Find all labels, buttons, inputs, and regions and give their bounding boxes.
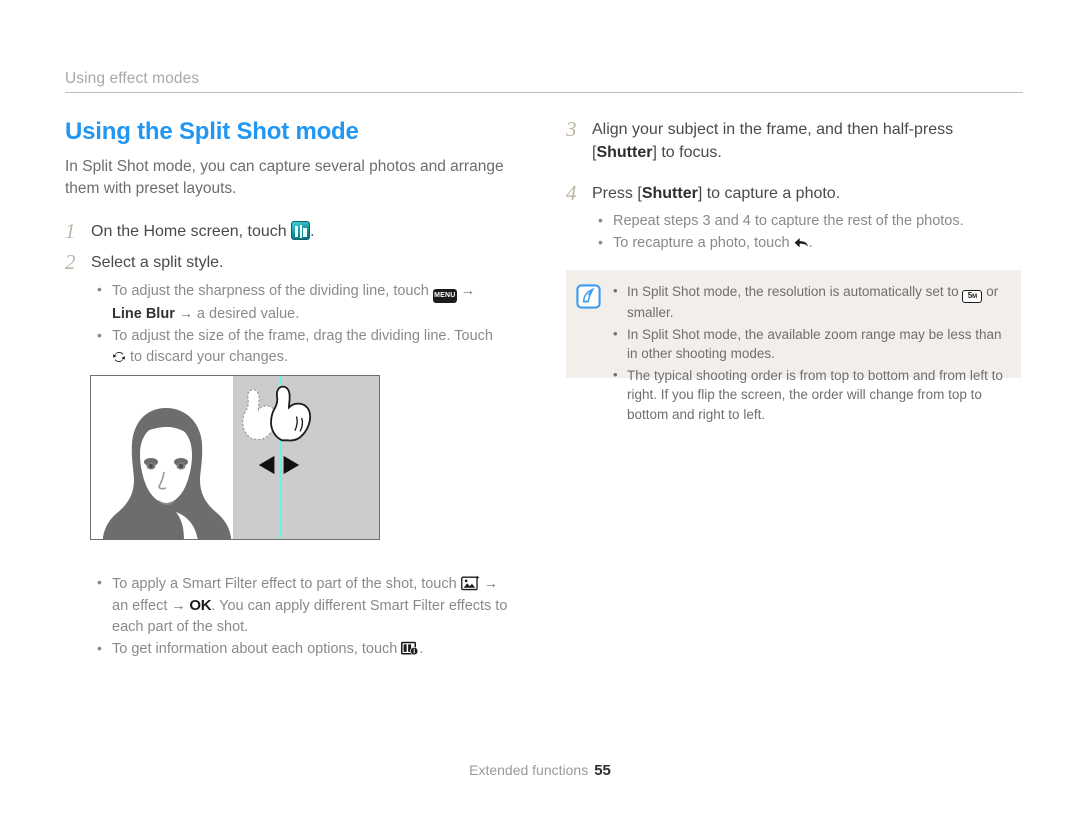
bullet-frame-size-part2: to discard your changes. (130, 349, 289, 365)
step-4-text: Press [Shutter] to capture a photo. (592, 182, 1024, 205)
step-3-number: 3 (566, 117, 577, 141)
running-header: Using effect modes (65, 70, 1023, 93)
ok-button-glyph[interactable]: OK (189, 597, 211, 614)
step-3: 3 Align your subject in the frame, and t… (566, 118, 1024, 164)
bullet-line-blur: To adjust the sharpness of the dividing … (95, 279, 530, 325)
drag-gesture-hand-icon (242, 385, 312, 442)
manual-page: Using effect modes Using the Split Shot … (0, 0, 1080, 815)
bullet-options-info-part1: To get information about each options, t… (112, 641, 398, 657)
bullet-recapture-part1: To recapture a photo, touch (613, 235, 790, 251)
bullet-options-info: To get information about each options, t… (95, 638, 530, 660)
note-item-resolution: In Split Shot mode, the resolution is au… (612, 281, 1007, 323)
step-1-text: On the Home screen, touch . (91, 220, 530, 243)
note-list: In Split Shot mode, the resolution is au… (612, 281, 1007, 421)
note-pen-icon (576, 284, 601, 309)
bullet-smart-filter-part1: To apply a Smart Filter effect to part o… (112, 576, 457, 592)
step-1: 1 On the Home screen, touch . (65, 220, 530, 243)
shutter-label-1: Shutter (596, 144, 653, 161)
step-1-number: 1 (65, 219, 76, 243)
left-right-arrows-icon (258, 455, 300, 475)
line-blur-label: Line Blur (112, 306, 175, 322)
bullet-frame-size-part1: To adjust the size of the frame, drag th… (112, 328, 493, 344)
note-icon-wrap (576, 282, 612, 366)
shutter-label-2: Shutter (641, 185, 698, 202)
right-column: 3 Align your subject in the frame, and t… (566, 118, 1024, 255)
bullet-smart-filter-part2: an effect (112, 598, 168, 614)
arrow-1: → (460, 282, 475, 298)
bullet-frame-size: To adjust the size of the frame, drag th… (95, 325, 530, 368)
step-4: 4 Press [Shutter] to capture a photo. (566, 182, 1024, 205)
portrait-illustration (103, 408, 231, 539)
split-shot-preview (90, 375, 380, 540)
bullet-options-info-part2: . (419, 641, 424, 657)
step-3-line2: to focus. (661, 144, 722, 161)
step-4-text-after: to capture a photo. (706, 185, 841, 202)
refresh-icon[interactable] (112, 350, 126, 364)
step-4-number: 4 (566, 181, 577, 205)
step-2-text-before: Select a split style. (91, 254, 224, 271)
step-3-line1: Align your subject in the frame, and the… (592, 121, 954, 138)
note-box: In Split Shot mode, the resolution is au… (566, 270, 1021, 422)
back-arrow-icon[interactable] (794, 236, 809, 250)
step-4-bracket-close: ] (697, 185, 703, 202)
smart-filter-icon[interactable] (460, 575, 480, 591)
bullet-recapture-part2: . (808, 235, 813, 251)
footer-label: Extended functions (469, 762, 589, 778)
options-info-icon[interactable] (401, 641, 419, 656)
step-4-bullet-list: Repeat steps 3 and 4 to capture the rest… (596, 210, 1024, 254)
step-2-number: 2 (65, 250, 76, 274)
section-intro: In Split Shot mode, you can capture seve… (65, 158, 504, 197)
bullet-smart-filter: To apply a Smart Filter effect to part o… (95, 572, 530, 638)
note-item-zoom: In Split Shot mode, the available zoom r… (612, 324, 1007, 364)
bullet-repeat-steps: Repeat steps 3 and 4 to capture the rest… (596, 210, 1024, 232)
running-header-title: Using effect modes (65, 70, 200, 87)
bullet-line-blur-part2: a desired value. (196, 306, 300, 322)
page-title: Using the Split Shot mode (65, 118, 359, 145)
step-3-text: Align your subject in the frame, and the… (592, 118, 1024, 164)
menu-icon[interactable]: MENU (432, 289, 457, 303)
footer-page-number: 55 (594, 762, 611, 779)
page-footer: Extended functions 55 (0, 762, 1080, 779)
arrow-3: → (483, 575, 498, 591)
step-1-text-before: On the Home screen, touch (91, 223, 287, 240)
resolution-5m-icon: 5M (962, 290, 983, 303)
step-2-text: Select a split style. (91, 251, 530, 274)
note-resolution-part1: In Split Shot mode, the resolution is au… (627, 284, 959, 299)
step-3-bracket-close: ] (652, 144, 657, 161)
lower-bullet-list: To apply a Smart Filter effect to part o… (95, 572, 530, 660)
arrow-2: → (178, 305, 193, 321)
step-2: 2 Select a split style. (65, 251, 530, 274)
header-divider (65, 92, 1023, 93)
bullet-recapture: To recapture a photo, touch . (596, 232, 1024, 254)
note-item-order: The typical shooting order is from top t… (612, 365, 1007, 425)
step-1-text-after: . (310, 223, 315, 240)
step-2-bullet-list: To adjust the sharpness of the dividing … (95, 279, 530, 368)
bullet-line-blur-part1: To adjust the sharpness of the dividing … (112, 283, 429, 299)
split-shot-mode-icon[interactable] (291, 221, 311, 240)
step-4-text-before: Press (592, 185, 633, 202)
arrow-4: → (171, 597, 186, 613)
